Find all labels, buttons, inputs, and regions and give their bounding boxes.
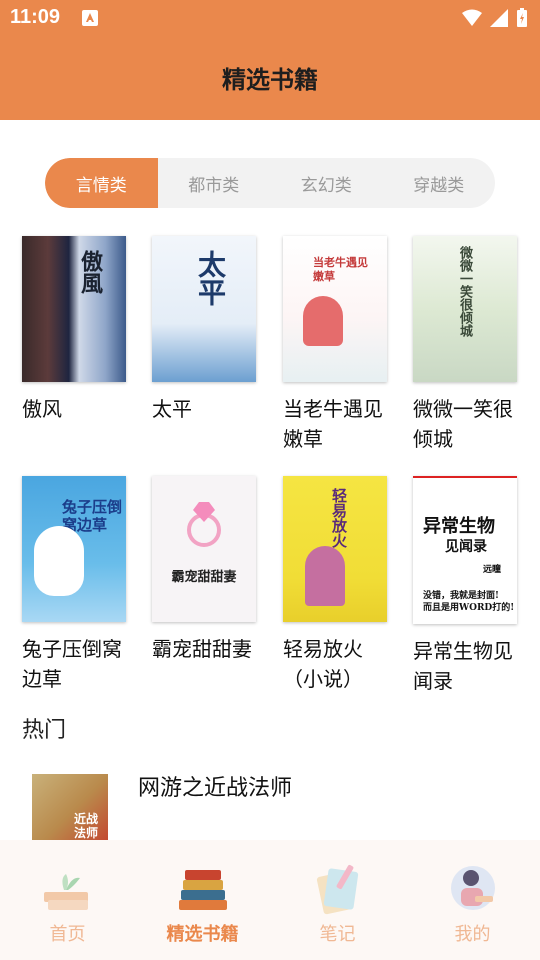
book-title: 当老牛遇见嫩草 bbox=[283, 397, 383, 451]
notes-icon bbox=[316, 864, 358, 915]
cover-title: 太平 bbox=[194, 250, 227, 306]
cover-title: 轻易放火 bbox=[330, 488, 348, 548]
cover-subtitle: 见闻录 bbox=[445, 539, 487, 555]
tab-fantasy[interactable]: 玄幻类 bbox=[270, 158, 383, 208]
hot-cover-title: 近战法师 bbox=[74, 812, 99, 840]
category-tabs: 言情类 都市类 玄幻类 穿越类 bbox=[45, 158, 495, 208]
cover-author: 远瞳 bbox=[483, 565, 502, 575]
hot-book-cover[interactable]: 近战法师 bbox=[28, 768, 112, 840]
book-cover[interactable]: 霸宠甜甜妻 bbox=[152, 476, 256, 622]
cover-title: 微微一笑很倾城 bbox=[457, 246, 472, 337]
page-title: 精选书籍 bbox=[222, 66, 318, 94]
cover-illustration bbox=[303, 296, 343, 346]
bottom-navigation: 首页 精选书籍 笔记 我的 bbox=[0, 840, 540, 960]
book-cover[interactable]: 异常生物 见闻录 远瞳 没错，我就是封面! 而且是用WORD打的! bbox=[413, 476, 517, 624]
tab-time-travel[interactable]: 穿越类 bbox=[383, 158, 496, 208]
books-icon bbox=[178, 870, 227, 910]
nav-profile[interactable]: 我的 bbox=[405, 840, 540, 960]
tab-romance[interactable]: 言情类 bbox=[45, 158, 158, 208]
ring-icon bbox=[187, 502, 221, 547]
book-card[interactable]: 傲風 傲风 bbox=[22, 236, 137, 424]
cover-title: 傲風 bbox=[77, 250, 103, 294]
book-card[interactable]: 兔子压倒窝边草 兔子压倒窝边草 bbox=[22, 476, 137, 694]
battery-icon bbox=[517, 8, 527, 27]
app-notification-icon bbox=[82, 10, 98, 26]
book-cover[interactable]: 轻易放火 bbox=[283, 476, 387, 622]
nav-label: 精选书籍 bbox=[166, 924, 239, 945]
book-title: 兔子压倒窝边草 bbox=[22, 637, 122, 691]
status-icons bbox=[462, 8, 528, 28]
book-card[interactable]: 当老牛遇见嫩草 当老牛遇见嫩草 bbox=[283, 236, 398, 454]
cover-title: 霸宠甜甜妻 bbox=[171, 570, 237, 585]
signal-icon bbox=[490, 9, 508, 27]
book-cover[interactable]: 太平 bbox=[152, 236, 256, 382]
hot-book-title[interactable]: 网游之近战法师 bbox=[138, 770, 292, 802]
book-cover[interactable]: 微微一笑很倾城 bbox=[413, 236, 517, 382]
app-header: 11:09 精选书籍 bbox=[0, 0, 540, 120]
nav-notes[interactable]: 笔记 bbox=[270, 840, 405, 960]
profile-icon bbox=[450, 866, 495, 910]
book-card[interactable]: 霸宠甜甜妻 霸宠甜甜妻 bbox=[152, 476, 267, 664]
cover-line: 而且是用WORD打的! bbox=[423, 603, 515, 613]
wifi-icon bbox=[462, 9, 482, 26]
book-title: 微微一笑很倾城 bbox=[413, 397, 513, 451]
cover-illustration bbox=[305, 546, 345, 606]
book-title: 傲风 bbox=[22, 397, 62, 421]
book-cover[interactable]: 当老牛遇见嫩草 bbox=[283, 236, 387, 382]
nav-label: 首页 bbox=[49, 924, 86, 945]
book-card[interactable]: 轻易放火 轻易放火（小说） bbox=[283, 476, 398, 694]
book-card[interactable]: 太平 太平 bbox=[152, 236, 267, 424]
status-bar: 11:09 bbox=[0, 0, 540, 36]
nav-label: 笔记 bbox=[319, 924, 356, 945]
section-title-hot: 热门 bbox=[22, 718, 67, 743]
home-icon bbox=[43, 874, 88, 910]
book-title: 霸宠甜甜妻 bbox=[152, 637, 252, 661]
cover-title: 异常生物 bbox=[423, 516, 495, 537]
book-card[interactable]: 异常生物 见闻录 远瞳 没错，我就是封面! 而且是用WORD打的! 异常生物见闻… bbox=[413, 476, 528, 696]
nav-home[interactable]: 首页 bbox=[0, 840, 135, 960]
status-time: 11:09 bbox=[10, 6, 61, 28]
book-title: 轻易放火（小说） bbox=[283, 637, 363, 691]
book-card[interactable]: 微微一笑很倾城 微微一笑很倾城 bbox=[413, 236, 528, 454]
cover-illustration bbox=[34, 526, 84, 596]
cover-title: 当老牛遇见嫩草 bbox=[313, 256, 368, 283]
book-cover[interactable]: 兔子压倒窝边草 bbox=[22, 476, 126, 622]
nav-label: 我的 bbox=[454, 924, 491, 945]
book-title: 太平 bbox=[152, 397, 192, 421]
tab-urban[interactable]: 都市类 bbox=[158, 158, 271, 208]
book-title: 异常生物见闻录 bbox=[413, 639, 513, 693]
nav-selected-books[interactable]: 精选书籍 bbox=[135, 840, 270, 960]
book-cover[interactable]: 傲風 bbox=[22, 236, 126, 382]
